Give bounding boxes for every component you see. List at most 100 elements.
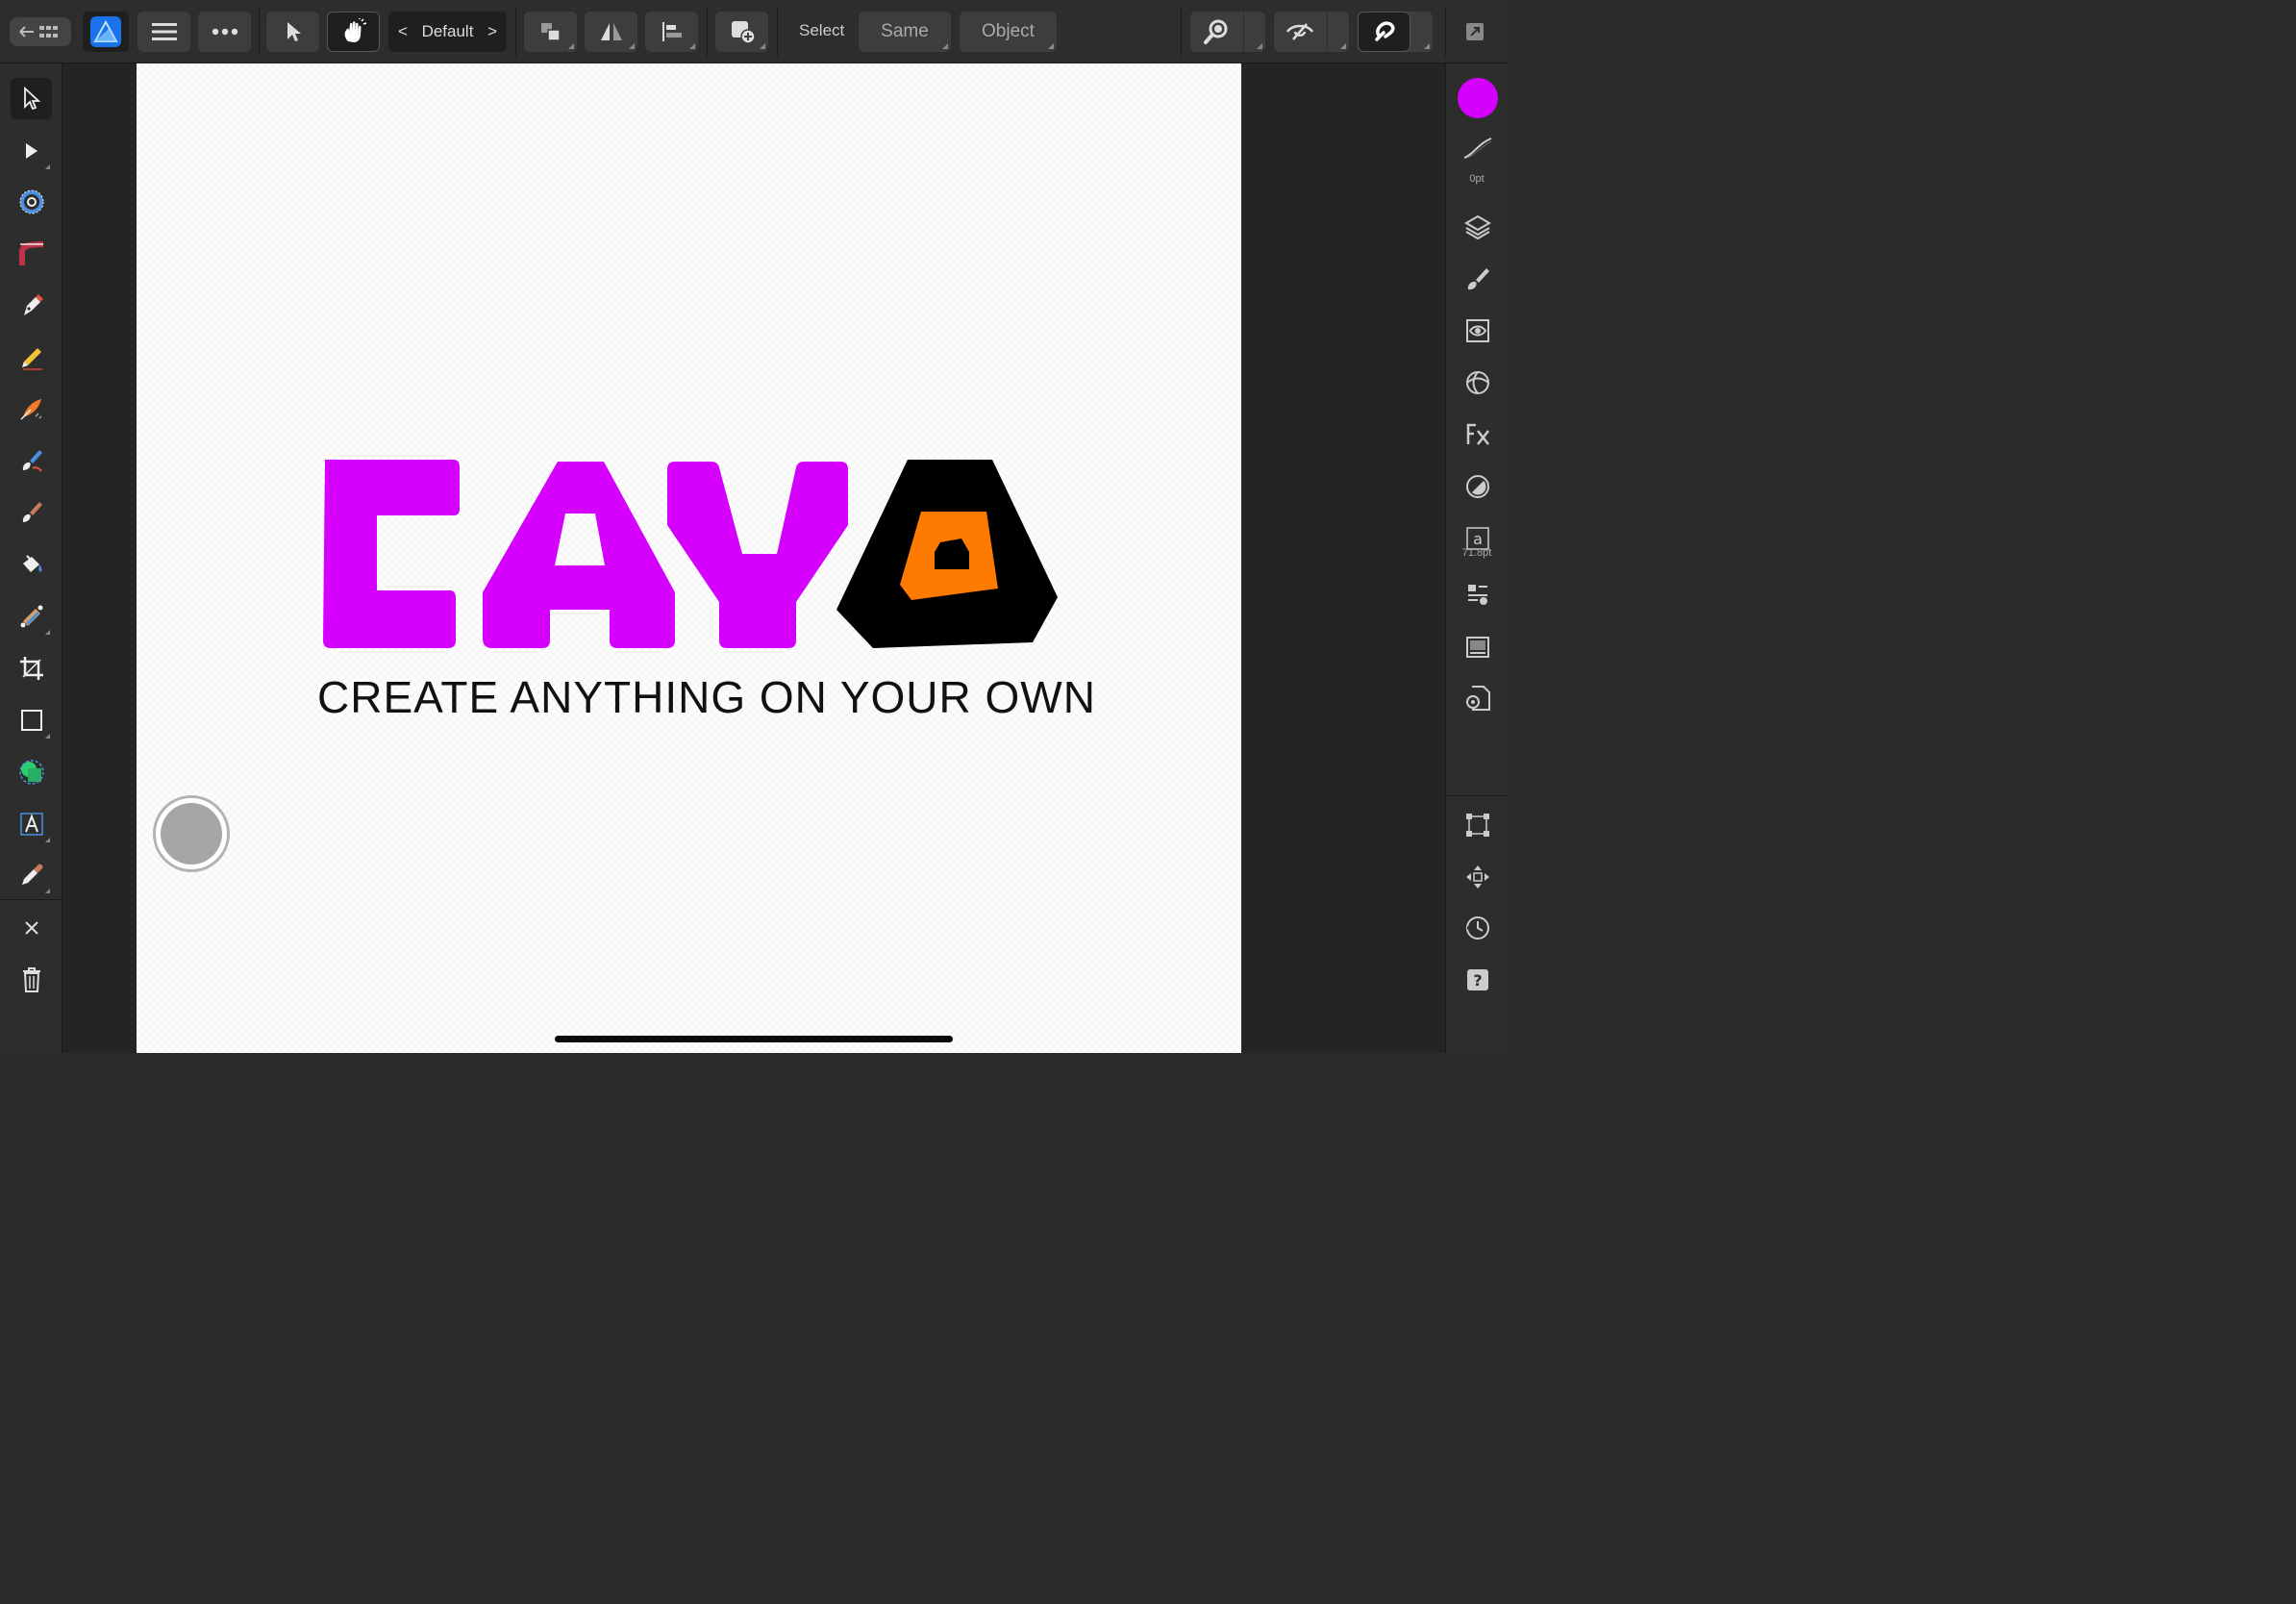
- text-styles-icon: [1467, 584, 1487, 605]
- curve-transform-icon: [18, 240, 43, 265]
- menu-button[interactable]: [137, 12, 190, 52]
- zoom-button[interactable]: [1190, 12, 1265, 52]
- tools-panel: [0, 63, 62, 1053]
- pixel-brush-tool[interactable]: [11, 491, 52, 533]
- crop-icon: [19, 656, 43, 680]
- brush-icon: [1467, 267, 1489, 289]
- toolbar-divider: [259, 8, 260, 56]
- appearance-panel-button[interactable]: [1457, 310, 1498, 351]
- shape-builder-tool[interactable]: [11, 751, 52, 792]
- stroke-button[interactable]: [1457, 127, 1498, 168]
- svg-text:?: ?: [1473, 971, 1482, 990]
- submenu-corner-icon: [568, 43, 574, 49]
- history-clock-icon: [1465, 915, 1489, 940]
- eyedropper-icon: [21, 863, 43, 885]
- insert-button[interactable]: [715, 12, 768, 52]
- arrange-button[interactable]: [524, 12, 577, 52]
- effects-panel-button[interactable]: [1457, 414, 1498, 455]
- prev-persona-arrow-icon[interactable]: <: [398, 22, 408, 41]
- eye-hidden-icon: [1285, 23, 1314, 40]
- logo-letter-y[interactable]: [667, 462, 848, 648]
- close-context-button[interactable]: [11, 907, 52, 948]
- fill-tool[interactable]: [11, 543, 52, 585]
- fullscreen-icon: [1466, 23, 1484, 40]
- persona-label: Default: [421, 22, 474, 40]
- help-icon: ?: [1466, 968, 1488, 990]
- back-to-documents-button[interactable]: [10, 17, 71, 46]
- pencil-tool[interactable]: [11, 337, 52, 378]
- brushes-panel-button[interactable]: [1457, 258, 1498, 299]
- view-mode-button[interactable]: [1274, 12, 1349, 52]
- symbols-icon: [1465, 370, 1489, 394]
- affinity-designer-logo-icon: [90, 16, 121, 47]
- transform-icon: [1465, 813, 1489, 837]
- touch-mode-button[interactable]: [327, 12, 380, 52]
- symbols-panel-button[interactable]: [1457, 362, 1498, 403]
- logo-letter-c[interactable]: [323, 460, 460, 648]
- logo-letter-a[interactable]: [483, 462, 675, 648]
- corner-tool[interactable]: [11, 181, 52, 222]
- toolbar-divider: [1445, 8, 1446, 56]
- vector-brush-tool[interactable]: [11, 388, 52, 429]
- more-options-button[interactable]: [198, 12, 251, 52]
- persona-switcher[interactable]: < Default >: [388, 12, 507, 52]
- crop-tool[interactable]: [11, 647, 52, 689]
- move-tool[interactable]: [11, 78, 52, 119]
- paint-brush-tool[interactable]: [11, 439, 52, 481]
- magnet-icon: [1374, 21, 1395, 41]
- select-mode-button[interactable]: [266, 12, 319, 52]
- rectangle-icon: [20, 709, 42, 731]
- assets-icon: [1465, 636, 1489, 658]
- add-shape-icon: [731, 21, 756, 44]
- next-persona-arrow-icon[interactable]: >: [487, 22, 497, 41]
- align-button[interactable]: [645, 12, 698, 52]
- artistic-text-tool[interactable]: [11, 803, 52, 844]
- assets-panel-button[interactable]: [1457, 625, 1498, 666]
- document-gear-icon: [1465, 685, 1490, 711]
- layers-panel-button[interactable]: [1457, 206, 1498, 247]
- document-canvas[interactable]: CREATE ANYTHING ON YOUR OWN: [137, 63, 1241, 1053]
- transparency-panel-button[interactable]: [1457, 465, 1498, 507]
- quick-menu-button[interactable]: [153, 795, 230, 872]
- quick-menu-button-inner: [161, 803, 222, 865]
- transparency-tool[interactable]: [11, 595, 52, 637]
- select-same-button[interactable]: Same: [859, 12, 951, 52]
- pen-nib-icon: [23, 293, 43, 315]
- toolbar-divider: [1181, 8, 1182, 56]
- select-object-button[interactable]: Object: [960, 12, 1057, 52]
- select-label: Select: [799, 21, 845, 39]
- more-dots-icon: [212, 28, 237, 36]
- document-settings-button[interactable]: [1457, 677, 1498, 718]
- transform-panel-button[interactable]: [1457, 804, 1498, 845]
- studio-panel: 0pt a 71.8pt ?: [1445, 63, 1509, 1053]
- pointer-icon: [287, 22, 301, 41]
- rectangle-tool[interactable]: [11, 699, 52, 740]
- same-label: Same: [881, 21, 929, 41]
- text-styles-panel-button[interactable]: [1457, 573, 1498, 614]
- fullscreen-button[interactable]: [1454, 12, 1496, 52]
- home-indicator[interactable]: [555, 1036, 953, 1042]
- pen-tool[interactable]: [11, 285, 52, 326]
- toolbar-divider: [777, 8, 778, 56]
- history-panel-button[interactable]: [1457, 907, 1498, 948]
- gradient-tool-icon: [20, 605, 42, 627]
- snapping-button[interactable]: [1358, 12, 1433, 52]
- trash-icon: [22, 966, 40, 992]
- vector-brush-icon: [19, 398, 42, 420]
- fill-color-swatch[interactable]: [1457, 77, 1498, 118]
- point-transform-tool[interactable]: [11, 233, 52, 274]
- submenu-corner-icon: [942, 43, 948, 49]
- color-picker-tool[interactable]: [11, 854, 52, 895]
- app-persona-button[interactable]: [83, 12, 129, 52]
- logo-tagline[interactable]: CREATE ANYTHING ON YOUR OWN: [317, 671, 1095, 723]
- flip-button[interactable]: [585, 12, 637, 52]
- navigator-panel-button[interactable]: [1457, 856, 1498, 897]
- help-button[interactable]: ?: [1457, 959, 1498, 1000]
- cayo-logo[interactable]: [319, 458, 1060, 650]
- hand-touch-icon: [344, 18, 366, 42]
- paint-bucket-icon: [22, 554, 41, 572]
- panel-divider: [1446, 795, 1508, 796]
- delete-button[interactable]: [11, 959, 52, 1000]
- node-tool[interactable]: [11, 130, 52, 171]
- corner-icon: [19, 189, 43, 213]
